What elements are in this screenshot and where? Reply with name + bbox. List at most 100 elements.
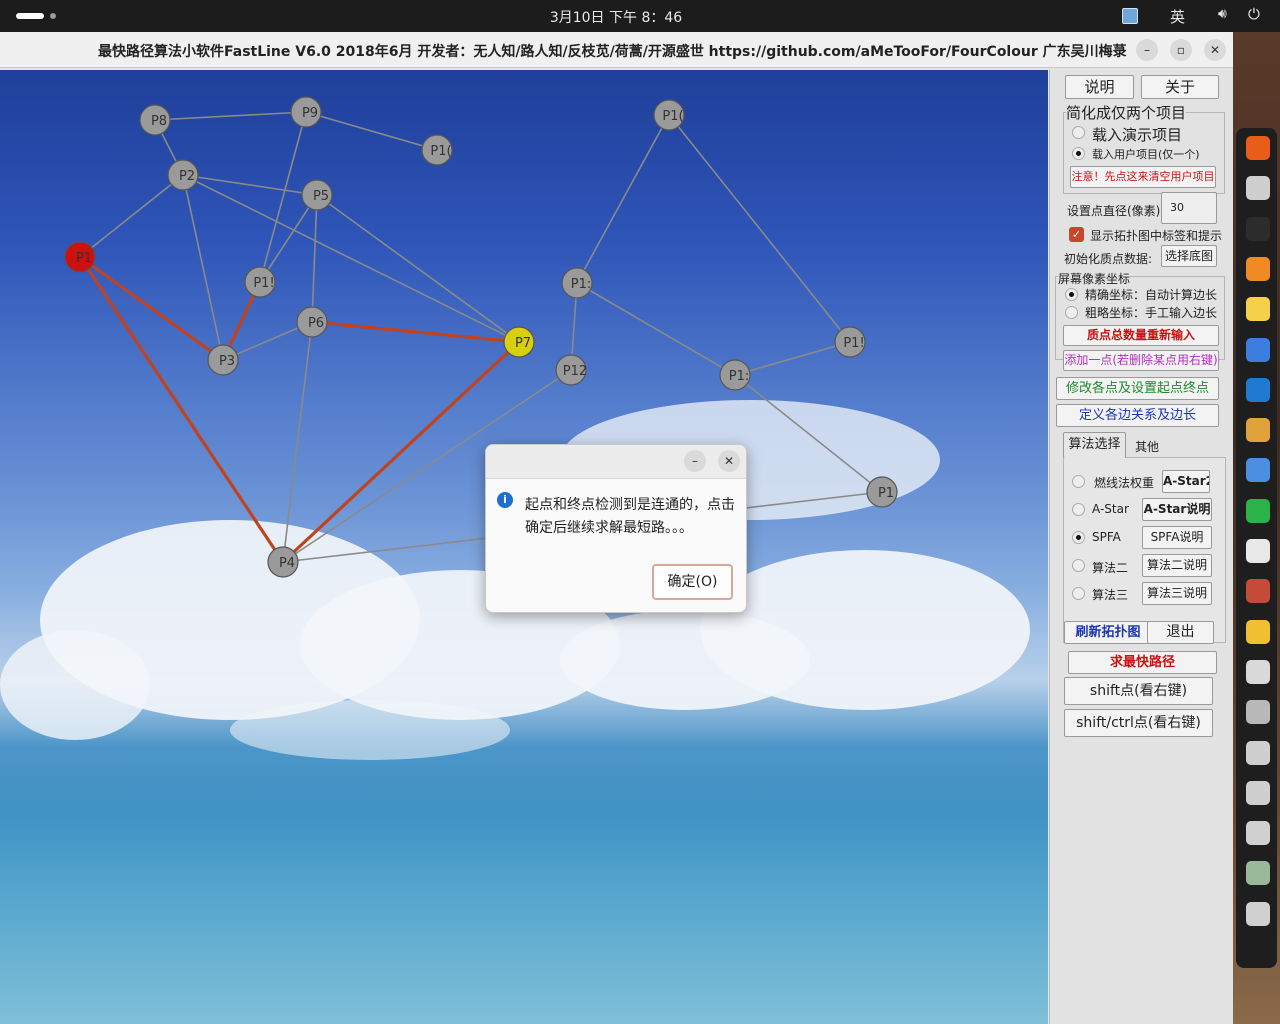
astar-help-button[interactable]: A-Star说明 bbox=[1142, 498, 1212, 521]
graph-node[interactable]: P1 bbox=[866, 476, 898, 508]
graph-edge bbox=[259, 111, 307, 283]
shift-point-button[interactable]: shift点(看右键) bbox=[1064, 677, 1213, 705]
node-label: P8 bbox=[151, 114, 167, 129]
shortest-path-edge bbox=[79, 255, 224, 362]
graph-node[interactable]: P1( bbox=[653, 99, 685, 131]
exit-button[interactable]: 退出 bbox=[1147, 621, 1214, 644]
maximize-button[interactable]: ▫ bbox=[1170, 39, 1192, 61]
graph-node[interactable]: P4 bbox=[267, 546, 299, 578]
settings-gear-icon[interactable] bbox=[1246, 458, 1270, 483]
monitor-icon[interactable] bbox=[1246, 579, 1270, 604]
input-method-indicator[interactable]: 英 bbox=[1170, 6, 1185, 27]
tab-algorithm[interactable]: 算法选择 bbox=[1063, 432, 1126, 458]
graph-node[interactable]: P1! bbox=[834, 326, 866, 358]
graph-node[interactable]: P1: bbox=[719, 359, 751, 391]
algo3-help-button[interactable]: 算法三说明 bbox=[1142, 582, 1212, 605]
graph-edge bbox=[311, 194, 318, 323]
algo-radio-3[interactable] bbox=[1072, 559, 1085, 572]
node-label: P2 bbox=[179, 169, 195, 184]
solve-fastest-path-button[interactable]: 求最快路径 bbox=[1068, 651, 1217, 674]
firefox-icon[interactable] bbox=[1246, 136, 1270, 160]
close-button[interactable]: ✕ bbox=[1204, 39, 1226, 61]
algo-radio-4[interactable] bbox=[1072, 587, 1085, 600]
dialog-minimize-button[interactable]: – bbox=[684, 450, 706, 472]
network-icon[interactable] bbox=[1122, 8, 1138, 24]
vscode-icon[interactable] bbox=[1246, 377, 1270, 402]
shortest-path-edge bbox=[311, 320, 520, 344]
sublime-icon[interactable] bbox=[1246, 256, 1270, 281]
refresh-topology-button[interactable]: 刷新拓扑图 bbox=[1064, 621, 1152, 644]
spfa-help-button[interactable]: SPFA说明 bbox=[1142, 526, 1212, 549]
dialog-ok-button[interactable]: 确定(O) bbox=[652, 564, 733, 600]
chat-bubble-icon[interactable] bbox=[1246, 539, 1270, 563]
minimize-button[interactable]: – bbox=[1136, 39, 1158, 61]
algo-radio-2[interactable] bbox=[1072, 531, 1085, 544]
clear-user-project-button[interactable]: 注意！先点这来清空用户项目 bbox=[1070, 166, 1216, 188]
load-user-radio[interactable] bbox=[1072, 147, 1085, 160]
node-label: P1: bbox=[729, 369, 750, 384]
algo-label-3: 算法二 bbox=[1092, 561, 1129, 575]
add-point-button[interactable]: 添加一点(若删除某点用右键) bbox=[1063, 350, 1219, 371]
settings-icon[interactable] bbox=[1246, 740, 1270, 765]
clock[interactable]: 3月10日 下午 8：46 bbox=[0, 7, 1232, 27]
about-button[interactable]: 关于 bbox=[1141, 75, 1219, 99]
algo-radio-1[interactable] bbox=[1072, 503, 1085, 516]
ssd-icon[interactable] bbox=[1246, 780, 1270, 805]
brush-icon[interactable] bbox=[1246, 418, 1270, 443]
graph-node[interactable]: P1( bbox=[421, 134, 453, 166]
graph-node[interactable]: P1: bbox=[561, 267, 593, 299]
power-icon[interactable]: ⏻ bbox=[1248, 5, 1260, 23]
files-icon[interactable] bbox=[1246, 176, 1270, 201]
dialog-header[interactable]: – ✕ bbox=[486, 445, 746, 479]
algo-radio-0[interactable] bbox=[1072, 475, 1085, 488]
algo-label-4: 算法三 bbox=[1092, 588, 1129, 602]
load-demo-radio[interactable] bbox=[1072, 126, 1085, 139]
load-user-label: 载入用户项目(仅一个) bbox=[1092, 148, 1200, 161]
graph-node[interactable]: P7 bbox=[503, 326, 535, 358]
graph-node[interactable]: P1 bbox=[64, 241, 96, 273]
show-labels-checkbox[interactable]: ✓ bbox=[1069, 227, 1084, 242]
graph-node[interactable]: P9 bbox=[290, 96, 322, 128]
graph-node[interactable]: P2 bbox=[167, 159, 199, 191]
shift-ctrl-point-button[interactable]: shift/ctrl点(看右键) bbox=[1064, 709, 1213, 737]
choose-background-button[interactable]: 选择底图 bbox=[1161, 245, 1217, 267]
diameter-input[interactable]: 30 bbox=[1161, 192, 1217, 224]
dialog-close-button[interactable]: ✕ bbox=[718, 450, 740, 472]
ubuntu-icon[interactable] bbox=[1246, 901, 1270, 926]
modify-points-button[interactable]: 修改各点及设置起点终点 bbox=[1056, 377, 1219, 400]
help-button[interactable]: 说明 bbox=[1065, 75, 1134, 99]
define-edges-button[interactable]: 定义各边关系及边长 bbox=[1056, 404, 1219, 427]
node-label: P5 bbox=[313, 189, 329, 204]
system-settings-icon[interactable] bbox=[1246, 821, 1270, 846]
graph-node[interactable]: P8 bbox=[139, 104, 171, 136]
screenshot-icon[interactable] bbox=[1246, 659, 1270, 684]
algo-label-0: 燃线法权重 bbox=[1094, 476, 1155, 490]
rough-coord-radio[interactable] bbox=[1065, 306, 1078, 319]
graph-edge bbox=[259, 194, 318, 283]
graph-node[interactable]: P1! bbox=[244, 266, 276, 298]
wechat-icon[interactable] bbox=[1246, 498, 1270, 523]
node-label: P1( bbox=[662, 109, 683, 124]
control-panel: 说明 关于 简化成仅两个项目 载入演示项目 载入用户项目(仅一个) 注意！先点这… bbox=[1049, 70, 1233, 1024]
graph-edge bbox=[305, 111, 438, 151]
node-label: P1 bbox=[878, 486, 894, 501]
graph-node[interactable]: P5 bbox=[301, 179, 333, 211]
dock bbox=[1233, 32, 1280, 1024]
window-titlebar[interactable]: 最快路径算法小软件FastLine V6.0 2018年6月 开发者：无人知/路… bbox=[0, 32, 1233, 68]
notes-icon[interactable] bbox=[1246, 297, 1270, 322]
graph-node[interactable]: P6 bbox=[296, 306, 328, 338]
astar2-button[interactable]: A-Star2 bbox=[1162, 470, 1210, 493]
trash-icon[interactable] bbox=[1246, 861, 1270, 886]
tab-other[interactable]: 其他 bbox=[1135, 438, 1159, 455]
text-editor-icon[interactable] bbox=[1246, 337, 1270, 362]
reinput-points-button[interactable]: 质点总数量重新输入 bbox=[1063, 325, 1219, 346]
graph-node[interactable]: P3 bbox=[207, 344, 239, 376]
terminal-icon[interactable] bbox=[1246, 216, 1270, 241]
database-icon[interactable] bbox=[1246, 700, 1270, 725]
volume-icon[interactable]: 🔊︎ bbox=[1218, 6, 1227, 22]
graph-node[interactable]: P12 bbox=[555, 354, 587, 386]
node-label: P1( bbox=[430, 144, 451, 159]
rhythmbox-icon[interactable] bbox=[1246, 619, 1270, 644]
precise-coord-radio[interactable] bbox=[1065, 288, 1078, 301]
algo2-help-button[interactable]: 算法二说明 bbox=[1142, 554, 1212, 577]
